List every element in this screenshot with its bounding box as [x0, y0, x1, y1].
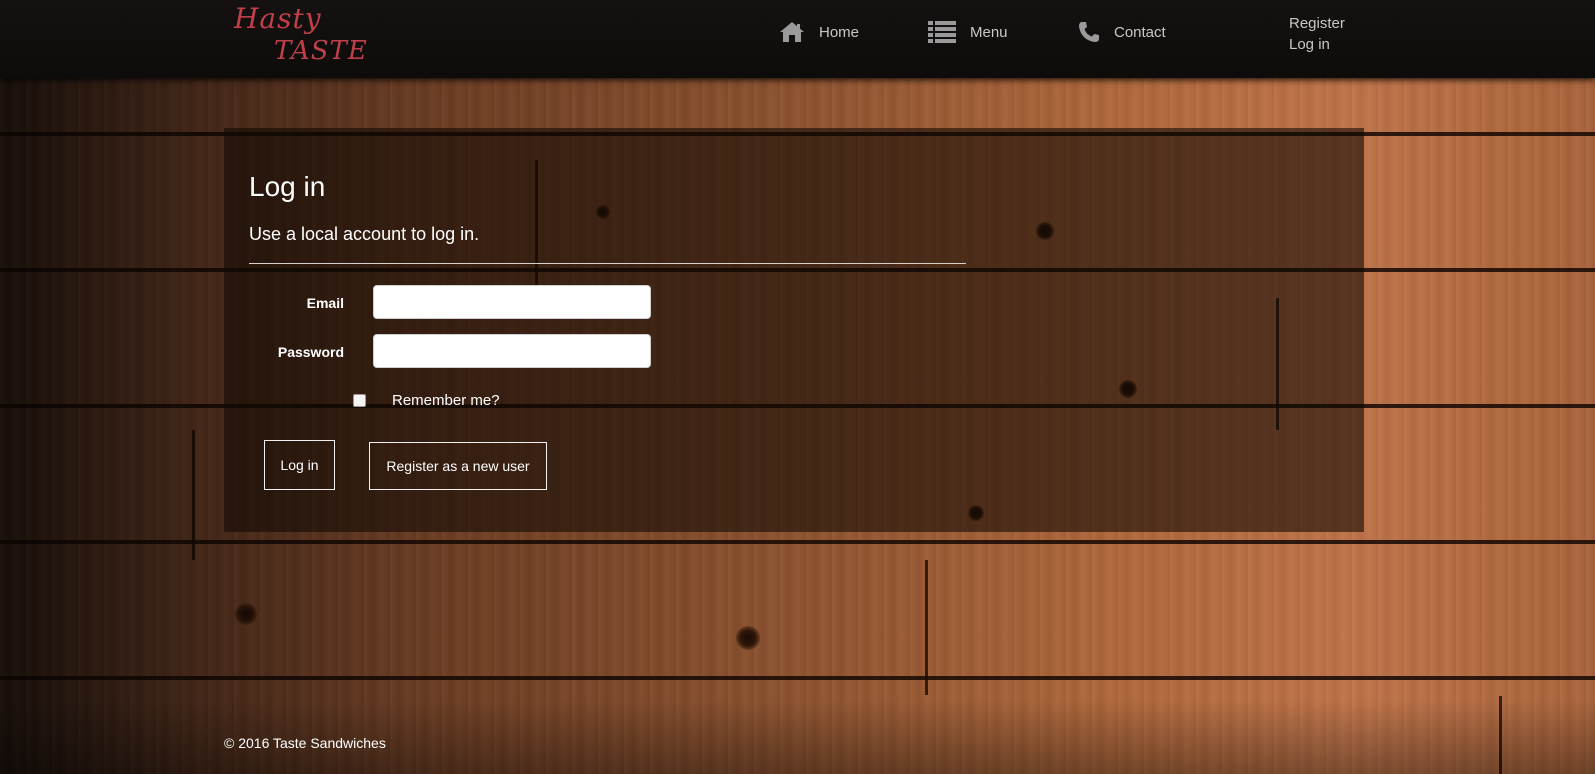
page-subtitle: Use a local account to log in.	[249, 224, 480, 244]
remember-me-label[interactable]: Remember me?	[392, 392, 500, 409]
phone-icon	[1078, 21, 1100, 43]
list-icon	[928, 21, 956, 43]
divider	[249, 263, 966, 264]
email-label: Email	[306, 295, 344, 311]
page-title: Log in	[249, 171, 326, 202]
nav-contact[interactable]: Contact	[1078, 18, 1166, 46]
email-field[interactable]	[373, 285, 651, 319]
auth-links: Register Log in	[1289, 13, 1345, 55]
nav-home-label: Home	[819, 23, 860, 41]
register-new-user-button[interactable]: Register as a new user	[369, 442, 547, 490]
nav-login-link[interactable]: Log in	[1289, 34, 1345, 55]
top-navbar: Hasty TASTE Home Menu Contact Register L…	[0, 0, 1595, 78]
home-icon	[779, 21, 805, 43]
brand-logo[interactable]: Hasty TASTE	[234, 2, 374, 68]
nav-menu[interactable]: Menu	[928, 18, 1008, 46]
password-field[interactable]	[373, 334, 651, 368]
nav-menu-label: Menu	[970, 23, 1008, 41]
remember-me-checkbox[interactable]	[353, 394, 366, 407]
nav-contact-label: Contact	[1114, 23, 1166, 41]
brand-line-2: TASTE	[274, 36, 368, 66]
nav-register-link[interactable]: Register	[1289, 13, 1345, 34]
login-button[interactable]: Log in	[264, 440, 335, 490]
brand-line-1: Hasty	[234, 2, 322, 35]
footer-copyright: © 2016 Taste Sandwiches	[224, 735, 386, 751]
password-label: Password	[277, 344, 344, 360]
login-panel: Log in Use a local account to log in. Em…	[224, 128, 1364, 532]
nav-home[interactable]: Home	[779, 18, 859, 46]
